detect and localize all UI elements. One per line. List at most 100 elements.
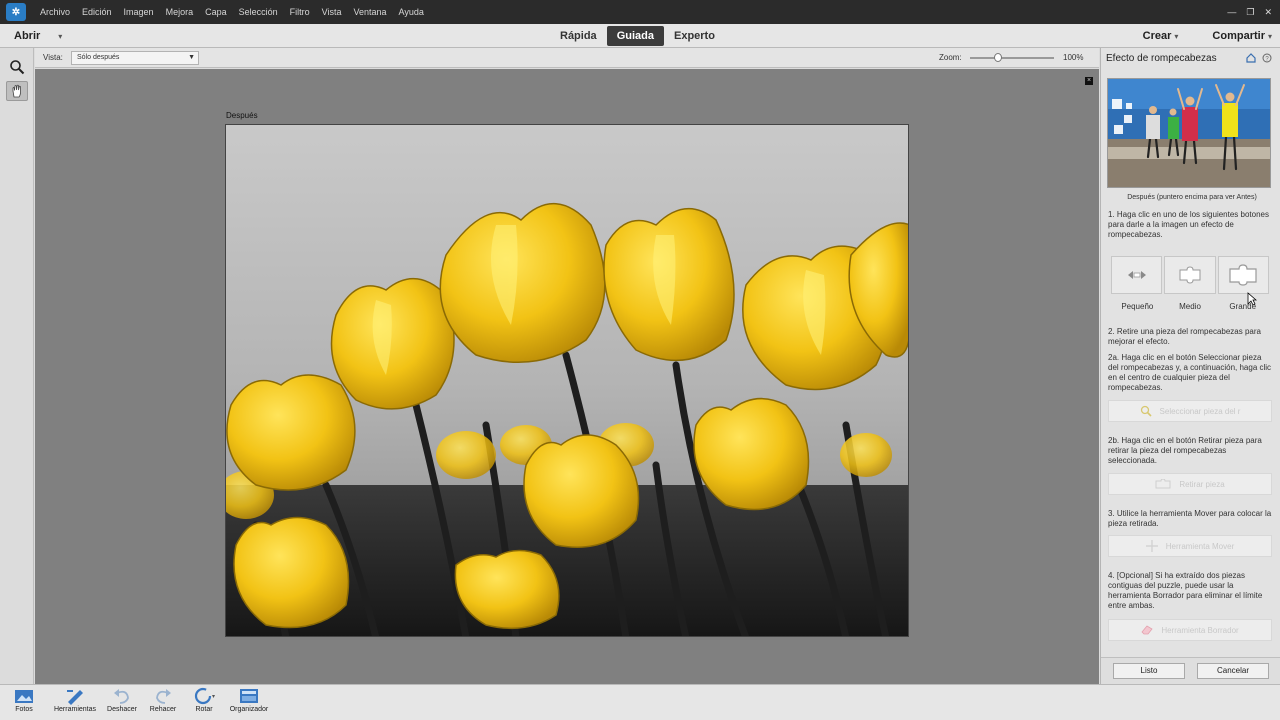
open-button[interactable]: Abrir ▾ <box>14 24 62 49</box>
home-icon[interactable] <box>1246 53 1256 63</box>
eraser-tool-button[interactable]: Herramienta Borrador <box>1108 619 1272 641</box>
guided-panel: Efecto de rompecabezas ? Después (punter… <box>1100 48 1280 684</box>
tab-guiada[interactable]: Guiada <box>606 26 664 46</box>
menu-edicion[interactable]: Edición <box>76 0 118 24</box>
create-button[interactable]: Crear ▾ <box>1143 24 1179 49</box>
tools-label: Herramientas <box>53 706 96 713</box>
small-puzzle-button[interactable] <box>1111 256 1163 294</box>
mouse-cursor-icon <box>1247 292 1257 306</box>
eraser-icon <box>1141 625 1153 635</box>
image-view-label: Después <box>226 111 258 120</box>
organizer-button[interactable]: Organizador <box>224 687 274 713</box>
undo-button[interactable]: Deshacer <box>104 687 140 713</box>
preview-image <box>1108 79 1270 187</box>
help-icon[interactable]: ? <box>1262 53 1272 63</box>
puzzle-piece-icon <box>1155 479 1171 489</box>
magnifier-icon <box>10 60 25 75</box>
share-button[interactable]: Compartir ▾ <box>1212 24 1272 49</box>
rotate-label: Rotar <box>195 706 213 713</box>
menu-ventana[interactable]: Ventana <box>348 0 393 24</box>
large-puzzle-button[interactable] <box>1217 256 1269 294</box>
step-2-text: 2. Retire una pieza del rompecabezas par… <box>1108 327 1261 346</box>
photos-button[interactable]: Fotos <box>6 687 42 713</box>
canvas-area: × Después <box>35 69 1099 684</box>
preview-caption: Después (puntero encima para ver Antes) <box>1127 194 1257 201</box>
move-arrows-icon <box>1145 540 1158 552</box>
eraser-tool-label: Herramienta Borrador <box>1161 625 1239 635</box>
preview-thumbnail[interactable] <box>1107 78 1271 188</box>
tab-experto[interactable]: Experto <box>664 26 725 46</box>
right-actions: Crear ▾ Compartir ▾ <box>1143 24 1272 49</box>
redo-button[interactable]: Rehacer <box>144 687 182 713</box>
share-label: Compartir <box>1212 30 1265 42</box>
photos-label: Fotos <box>15 706 33 713</box>
undo-label: Deshacer <box>107 706 137 713</box>
zoom-label: Zoom: <box>939 53 962 62</box>
puzzle-size-labels: Pequeño Medio Grande <box>1111 302 1269 311</box>
select-piece-button[interactable]: Seleccionar pieza del r <box>1108 400 1272 422</box>
step-2b-text: 2b. Haga clic en el botón Retirar pieza … <box>1108 436 1262 465</box>
tools-icon <box>67 690 83 705</box>
undo-icon <box>114 689 129 704</box>
chevron-down-icon: ▾ <box>1174 32 1179 41</box>
open-label: Abrir <box>14 30 41 42</box>
medium-label: Medio <box>1179 302 1201 311</box>
menu-bar: ✲ Archivo Edición Imagen Mejora Capa Sel… <box>0 0 1280 24</box>
options-bar: Vista: Sólo después ▼ Zoom: 100% <box>35 48 1099 68</box>
chevron-down-icon[interactable]: ▾ <box>58 32 62 41</box>
organizer-icon <box>240 689 258 703</box>
create-label: Crear <box>1142 30 1172 42</box>
organizer-label: Organizador <box>229 706 269 713</box>
zoom-slider-thumb[interactable] <box>993 53 1002 62</box>
panel-footer: Listo Cancelar <box>1101 657 1280 684</box>
panel-icons: ? <box>1246 53 1272 63</box>
move-tool-button[interactable]: Herramienta Mover <box>1108 535 1272 557</box>
mode-tabs: Rápida Guiada Experto <box>550 26 725 46</box>
zoom-tool[interactable] <box>6 57 28 77</box>
close-icon[interactable]: ✕ <box>1264 7 1272 18</box>
redo-icon <box>156 689 171 704</box>
menu-archivo[interactable]: Archivo <box>34 0 76 24</box>
bottom-bar: Fotos Herramientas Deshacer Rehacer Rota… <box>0 684 1280 720</box>
mode-bar: Abrir ▾ Rápida Guiada Experto Crear ▾ Comp… <box>0 24 1280 48</box>
small-puzzle-icon <box>1127 271 1146 279</box>
vista-select[interactable]: Sólo después ▼ <box>71 51 199 65</box>
menu-vista[interactable]: Vista <box>316 0 348 24</box>
done-button[interactable]: Listo <box>1113 663 1185 679</box>
rotate-icon <box>194 687 215 705</box>
zoom-slider-track[interactable] <box>970 57 1054 59</box>
menu-mejora[interactable]: Mejora <box>160 0 200 24</box>
tools-button[interactable]: Herramientas <box>48 687 102 713</box>
small-label: Pequeño <box>1121 302 1154 311</box>
menu-filtro[interactable]: Filtro <box>284 0 316 24</box>
step-3-text: 3. Utilice la herramienta Mover para col… <box>1108 509 1272 528</box>
menu-ayuda[interactable]: Ayuda <box>393 0 430 24</box>
magnifier-icon <box>1140 405 1152 417</box>
tulip-image <box>226 125 908 636</box>
hand-tool[interactable] <box>6 81 28 101</box>
restore-icon[interactable]: ❐ <box>1246 7 1254 18</box>
medium-puzzle-button[interactable] <box>1164 256 1216 294</box>
minimize-icon[interactable]: — <box>1227 7 1236 17</box>
zoom-value: 100% <box>1063 53 1084 62</box>
remove-piece-button[interactable]: Retirar pieza <box>1108 473 1272 495</box>
cancel-button[interactable]: Cancelar <box>1197 663 1269 679</box>
panel-title: Efecto de rompecabezas <box>1106 53 1217 64</box>
close-icon[interactable]: × <box>1085 77 1093 85</box>
step-4-text: 4. [Opcional] Si ha extraído dos piezas … <box>1108 571 1263 610</box>
tulip-photo[interactable] <box>225 124 909 637</box>
app-logo-icon: ✲ <box>6 3 26 21</box>
remove-piece-label: Retirar pieza <box>1179 479 1225 489</box>
large-label: Grande <box>1229 302 1257 311</box>
hand-icon <box>12 84 21 98</box>
rotate-button[interactable]: Rotar <box>186 687 222 713</box>
menu-capa[interactable]: Capa <box>199 0 233 24</box>
step-1-text: 1. Haga clic en uno de los siguientes bo… <box>1108 210 1269 239</box>
menu-imagen[interactable]: Imagen <box>118 0 160 24</box>
step-2a-text: 2a. Haga clic en el botón Seleccionar pi… <box>1108 353 1272 392</box>
menu-seleccion[interactable]: Selección <box>233 0 284 24</box>
vista-label: Vista: <box>43 53 63 62</box>
tab-rapida[interactable]: Rápida <box>550 26 607 46</box>
photos-icon <box>15 690 33 703</box>
large-puzzle-icon <box>1229 264 1257 286</box>
